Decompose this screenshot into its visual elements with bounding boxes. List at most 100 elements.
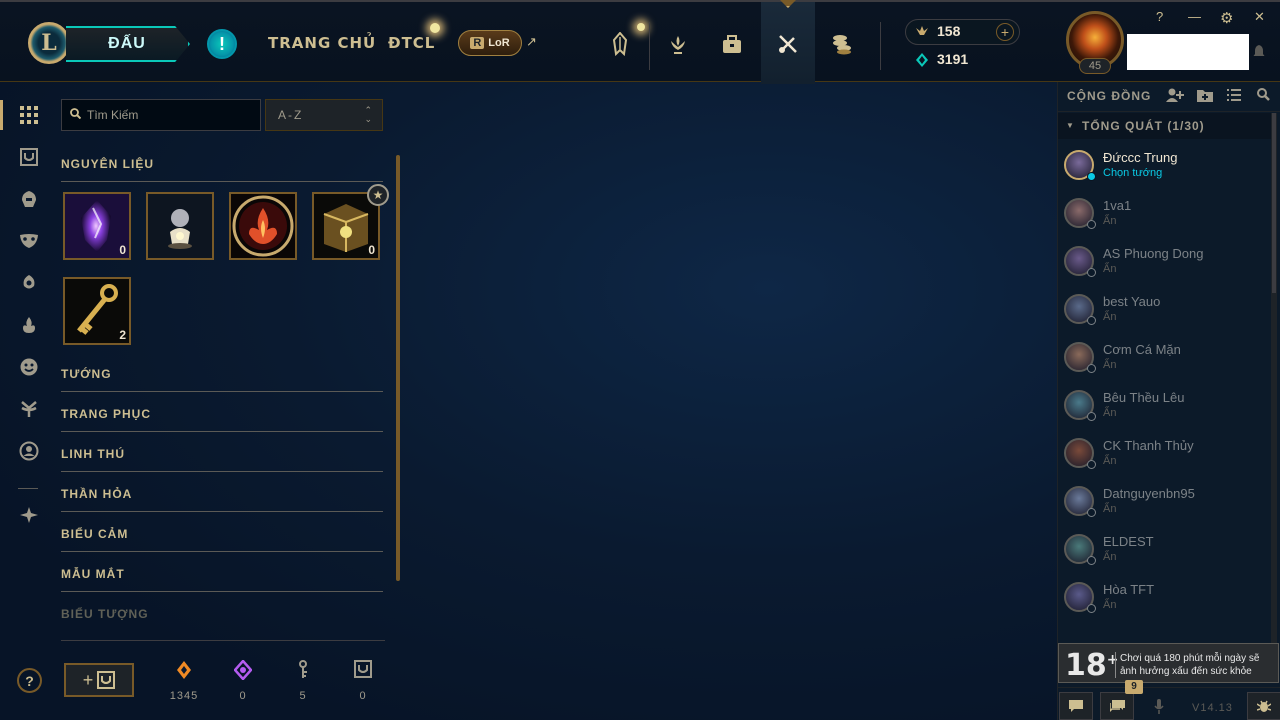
friend-row[interactable]: Bêu Thều Lêu Ẩn xyxy=(1058,390,1271,438)
age-rating-banner: 18+ Chơi quá 180 phút mỗi ngày sẽ ảnh hư… xyxy=(1058,643,1279,683)
external-link-icon: ↗ xyxy=(526,34,537,49)
sort-dropdown[interactable]: A-Z ⌃ ⌄ xyxy=(265,99,383,131)
tile-count: 0 xyxy=(368,243,375,257)
minimize-icon[interactable]: — xyxy=(1188,9,1201,24)
messages-icon xyxy=(1109,699,1125,712)
section-icons[interactable]: BIỂU TƯỢNG xyxy=(61,607,383,631)
tft-filter-icon[interactable] xyxy=(18,504,40,526)
chest-icon xyxy=(341,660,385,684)
be-amount: 3191 xyxy=(937,51,969,67)
list-view-icon[interactable] xyxy=(1227,88,1241,104)
social-title: CỘNG ĐỒNG xyxy=(1067,89,1152,103)
nav-tft[interactable]: ĐTCL xyxy=(388,34,435,52)
friend-row[interactable]: AS Phuong Dong Ẩn xyxy=(1058,246,1271,294)
orb-tile[interactable] xyxy=(146,192,214,260)
friend-status: Ẩn xyxy=(1103,503,1117,515)
eye-color-filter-icon[interactable] xyxy=(18,398,40,420)
chest-filter-icon[interactable] xyxy=(18,146,40,168)
sort-value: A-Z xyxy=(278,108,304,122)
friend-row[interactable]: Datnguyenbn95 Ẩn xyxy=(1058,486,1271,534)
chest-stat: 0 xyxy=(341,660,385,702)
section-emotes[interactable]: BIỂU CẢM xyxy=(61,527,383,552)
section-champions[interactable]: TƯỚNG xyxy=(61,367,383,392)
add-group-icon[interactable] xyxy=(1197,88,1213,105)
friend-status: Ẩn xyxy=(1103,551,1117,563)
section-materials[interactable]: NGUYÊN LIỆU xyxy=(61,157,383,182)
help-icon[interactable]: ? xyxy=(1156,9,1163,24)
friend-group-header[interactable]: TỔNG QUÁT (1/30) xyxy=(1058,113,1271,139)
alert-button[interactable]: ! xyxy=(207,29,237,59)
settings-icon[interactable]: ⚙ xyxy=(1220,9,1233,27)
section-skins[interactable]: TRANG PHỤC xyxy=(61,407,383,432)
craft-chest-button[interactable]: + xyxy=(64,663,134,697)
friend-name: Đứccc Trung xyxy=(1103,150,1178,165)
friend-name: Datnguyenbn95 xyxy=(1103,486,1195,501)
key-fragment-icon xyxy=(281,660,325,684)
bug-report-button[interactable] xyxy=(1247,692,1280,720)
sort-chevron-icon: ⌃ ⌄ xyxy=(364,105,374,124)
presence-dot xyxy=(1087,172,1096,181)
messages-button[interactable] xyxy=(1100,692,1134,720)
champion-filter-icon[interactable] xyxy=(18,188,40,210)
tile-count: 2 xyxy=(119,328,126,342)
friend-status: Ẩn xyxy=(1103,407,1117,419)
tft-notification-dot xyxy=(430,23,440,33)
rail-active-indicator xyxy=(0,100,3,130)
friend-status: Ẩn xyxy=(1103,263,1117,275)
inventory-scrollbar[interactable] xyxy=(396,155,400,581)
hextech-flame-tile[interactable] xyxy=(229,192,297,260)
orange-essence-icon xyxy=(162,660,206,684)
friend-row[interactable]: ELDEST Ẩn xyxy=(1058,534,1271,582)
stat-value: 1345 xyxy=(169,690,199,702)
lor-label: LoR xyxy=(488,37,510,49)
search-box xyxy=(61,99,261,131)
section-wards[interactable]: THẦN HỎA xyxy=(61,487,383,512)
league-logo[interactable]: L xyxy=(28,22,70,64)
close-icon[interactable]: ✕ xyxy=(1254,9,1265,25)
nav-home[interactable]: TRANG CHỦ xyxy=(268,34,376,52)
hextech-flame-icon xyxy=(231,194,295,258)
store-icon[interactable] xyxy=(822,24,862,64)
friend-row[interactable]: CK Thanh Thủy Ẩn xyxy=(1058,438,1271,486)
rp-icon xyxy=(914,23,930,44)
search-icon[interactable] xyxy=(1257,88,1270,104)
profile-icon-filter-icon[interactable] xyxy=(18,440,40,462)
loot-icon[interactable] xyxy=(768,24,808,64)
mythic-essence-tile[interactable]: 0 xyxy=(63,192,131,260)
friend-row[interactable]: Đứccc Trung Chọn tướng xyxy=(1058,150,1271,198)
friend-row[interactable]: best Yauo Ẩn xyxy=(1058,294,1271,342)
social-panel: CỘNG ĐỒNG TỔNG QUÁT (1/30) Đứccc Trung Ch… xyxy=(1057,82,1280,720)
presence-dot xyxy=(1087,364,1096,373)
rp-amount: 158 xyxy=(937,23,961,39)
chat-button[interactable] xyxy=(1059,692,1093,720)
skin-filter-icon[interactable] xyxy=(18,230,40,252)
all-items-icon[interactable] xyxy=(18,104,40,126)
crystal-icon[interactable] xyxy=(600,24,640,64)
lor-button[interactable]: R LoR xyxy=(458,30,522,56)
friend-row[interactable]: Hòa TFT Ẩn xyxy=(1058,582,1271,630)
collection-icon[interactable] xyxy=(712,24,752,64)
key-fragment-stat: 5 xyxy=(281,660,325,702)
trophy-icon[interactable] xyxy=(658,24,698,64)
play-button[interactable]: ĐẤU xyxy=(66,26,190,62)
age-rating: 18+ xyxy=(1065,648,1118,683)
key-tile[interactable]: 2 xyxy=(63,277,131,345)
mythic-essence-stat: 0 xyxy=(221,659,265,702)
section-eye-color[interactable]: MẪU MẮT xyxy=(61,567,383,592)
friend-row[interactable]: Cơm Cá Mặn Ẩn xyxy=(1058,342,1271,390)
section-companions[interactable]: LINH THÚ xyxy=(61,447,383,472)
buy-rp-button[interactable]: + xyxy=(996,23,1014,41)
bell-icon[interactable] xyxy=(1253,44,1265,61)
companion-filter-icon[interactable] xyxy=(18,272,40,294)
stat-value: 0 xyxy=(359,690,367,702)
friend-row[interactable]: 1va1 Ẩn xyxy=(1058,198,1271,246)
blue-essence-icon xyxy=(914,52,930,73)
search-input[interactable] xyxy=(87,108,247,122)
add-friend-icon[interactable] xyxy=(1166,88,1184,105)
social-scrollbar[interactable] xyxy=(1271,113,1277,653)
emote-filter-icon[interactable] xyxy=(18,356,40,378)
ward-filter-icon[interactable] xyxy=(18,314,40,336)
voice-button[interactable] xyxy=(1142,692,1176,720)
help-button[interactable]: ? xyxy=(17,668,42,693)
health-warning: Chơi quá 180 phút mỗi ngày sẽ ảnh hưởng … xyxy=(1115,652,1277,678)
